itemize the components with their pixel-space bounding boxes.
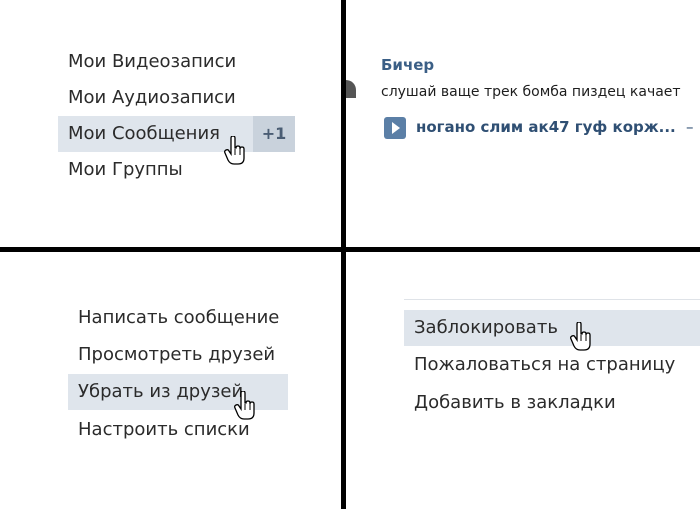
menu-item-my-messages-label: Мои Сообщения [68, 123, 220, 144]
menu-item-my-messages[interactable]: Мои Сообщения +1 [58, 116, 295, 152]
menu-item-my-videos[interactable]: Мои Видеозаписи [58, 44, 236, 80]
menu-item-configure-lists[interactable]: Настроить списки [68, 412, 250, 448]
audio-track-dash: – [686, 118, 694, 136]
play-icon[interactable] [384, 117, 406, 139]
menu-item-view-friends[interactable]: Просмотреть друзей [68, 337, 275, 373]
hand-pointer-icon [570, 322, 591, 351]
menu-item-report-page[interactable]: Пожаловаться на страницу [404, 347, 675, 383]
message-text: слушай ваще трек бомба пиздец качает [381, 84, 681, 100]
audio-track-title[interactable]: ногано слим ак47 гуф корж... [416, 118, 676, 136]
menu-item-block[interactable]: Заблокировать [404, 310, 700, 346]
hand-pointer-icon [234, 391, 255, 420]
new-messages-badge: +1 [253, 116, 295, 152]
hand-pointer-icon [224, 136, 245, 165]
menu-item-write-message[interactable]: Написать сообщение [68, 300, 279, 336]
menu-item-add-bookmark[interactable]: Добавить в закладки [404, 385, 616, 421]
menu-item-my-groups[interactable]: Мои Группы [58, 152, 183, 188]
menu-top-border [404, 299, 700, 300]
horizontal-divider [0, 247, 700, 252]
menu-item-my-audio[interactable]: Мои Аудиозаписи [58, 80, 236, 116]
vertical-divider [341, 0, 346, 509]
avatar[interactable] [346, 80, 356, 98]
sender-name[interactable]: Бичер [381, 56, 434, 74]
